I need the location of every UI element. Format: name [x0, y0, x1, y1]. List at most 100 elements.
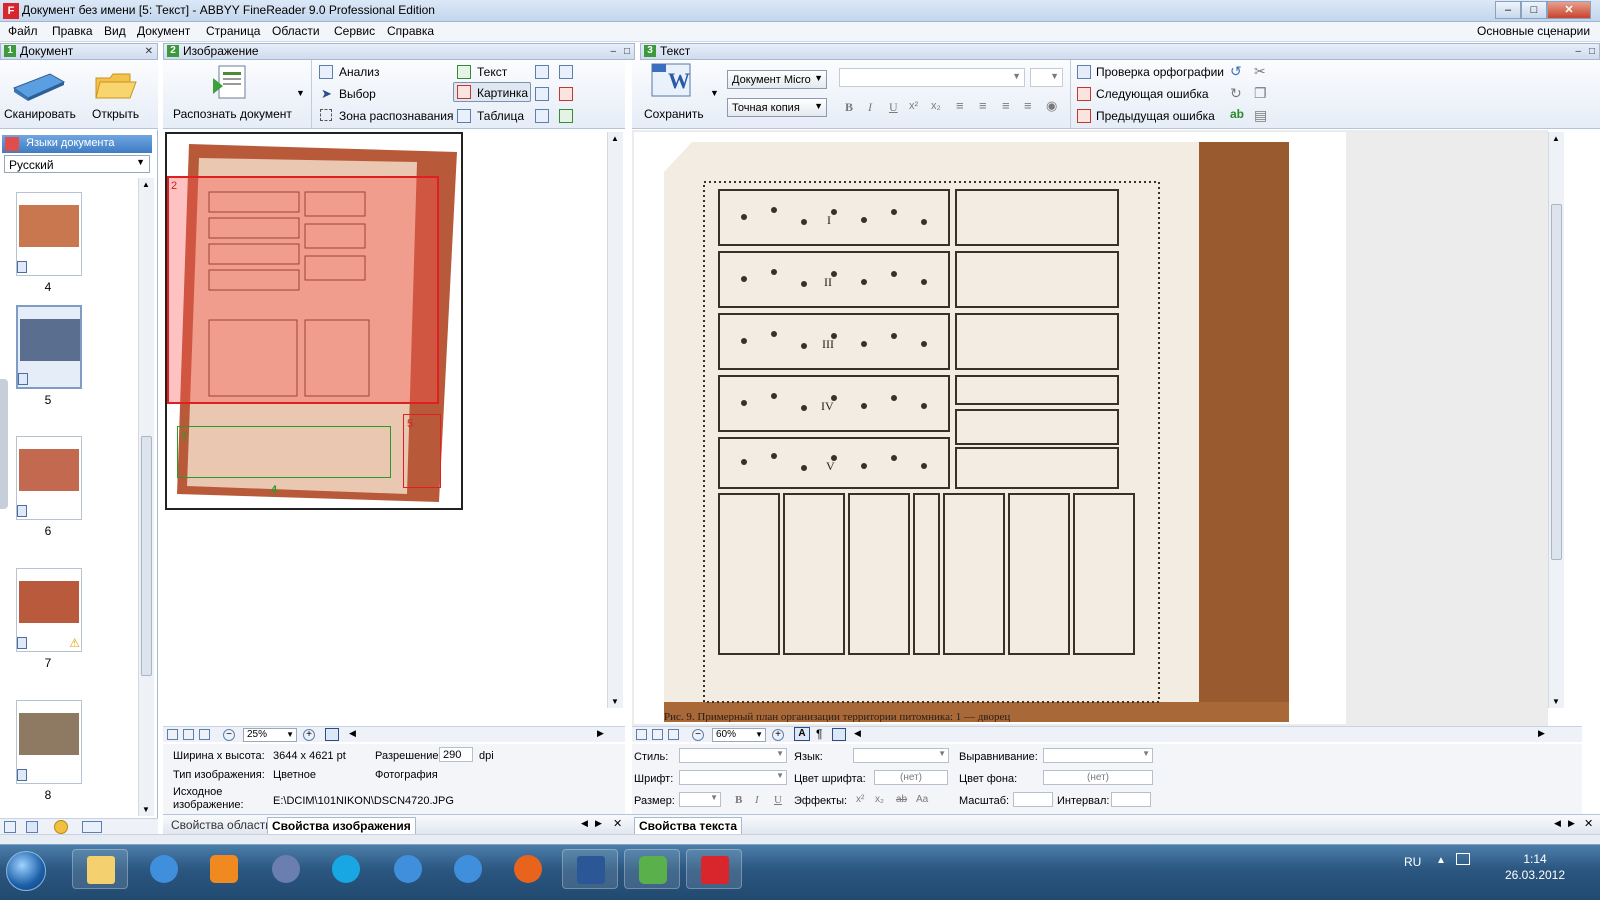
- fit-page-icon[interactable]: [636, 729, 647, 740]
- select-cursor-icon[interactable]: ➤: [321, 86, 332, 102]
- menu-document[interactable]: Документ: [137, 24, 190, 38]
- previous-error-icon[interactable]: [1077, 109, 1091, 123]
- close-icon[interactable]: ✕: [613, 817, 622, 830]
- table-area-button[interactable]: Таблица: [477, 109, 524, 123]
- table-split-icon[interactable]: [535, 109, 549, 123]
- page-view-icon[interactable]: [325, 728, 339, 741]
- menu-service[interactable]: Сервис: [334, 24, 375, 38]
- scan-button[interactable]: Сканировать: [4, 107, 76, 121]
- style-select[interactable]: ▼: [679, 748, 787, 763]
- tab-image-properties[interactable]: Свойства изображения: [267, 817, 416, 834]
- settings-icon[interactable]: [54, 820, 68, 834]
- font-select[interactable]: ▼: [679, 770, 787, 785]
- taskbar-firefox[interactable]: [500, 849, 556, 889]
- zoom-out-icon[interactable]: −: [223, 729, 235, 741]
- start-button[interactable]: [6, 851, 46, 891]
- align-left-icon[interactable]: ≡: [956, 98, 964, 113]
- size-select[interactable]: ▼: [679, 792, 721, 807]
- scroll-left-icon[interactable]: ◀: [854, 728, 861, 739]
- maximize-button[interactable]: □: [1521, 1, 1547, 19]
- recognition-zone-button[interactable]: Зона распознавания: [339, 109, 454, 123]
- tab-next-icon[interactable]: ▶: [595, 818, 602, 829]
- add-area-icon[interactable]: [535, 65, 549, 79]
- text-effects-icon[interactable]: ◉: [1046, 98, 1057, 114]
- zoom-in-icon[interactable]: +: [303, 729, 315, 741]
- previous-error-button[interactable]: Предыдущая ошибка: [1096, 109, 1215, 123]
- page-thumbnail[interactable]: ⚠: [16, 568, 82, 652]
- text-area-icon[interactable]: [457, 65, 471, 79]
- text-zone-3[interactable]: [177, 426, 391, 478]
- align-right-icon[interactable]: ≡: [1002, 98, 1010, 113]
- save-word-icon[interactable]: W: [650, 62, 694, 102]
- fit-width-icon[interactable]: [183, 729, 194, 740]
- language-select[interactable]: Русский ▼: [4, 155, 150, 173]
- pages-list-icon[interactable]: [4, 821, 16, 833]
- table-area-icon[interactable]: [457, 109, 471, 123]
- paste-icon[interactable]: ▤: [1254, 107, 1267, 124]
- scroll-up-icon[interactable]: ▲: [611, 134, 619, 143]
- mode-select[interactable]: Точная копия ▼: [727, 98, 827, 117]
- tab-text-properties[interactable]: Свойства текста: [634, 817, 742, 834]
- text-zoom-select[interactable]: 60% ▼: [712, 728, 766, 742]
- zoom-in-icon[interactable]: +: [772, 729, 784, 741]
- image-scrollbar[interactable]: ▲ ▼: [607, 132, 623, 708]
- fit-height-icon[interactable]: [199, 729, 210, 740]
- scroll-right-icon[interactable]: ▶: [597, 728, 604, 739]
- underline-icon[interactable]: U: [889, 100, 898, 115]
- page-thumbnail[interactable]: [16, 305, 82, 389]
- taskbar-ie[interactable]: [136, 849, 192, 889]
- background-color-select[interactable]: (нет): [1043, 770, 1153, 785]
- menu-view[interactable]: Вид: [104, 24, 126, 38]
- text-scrollbar[interactable]: ▲ ▼: [1548, 132, 1564, 708]
- scroll-up-icon[interactable]: ▲: [1552, 134, 1560, 143]
- resolution-field[interactable]: 290: [439, 747, 473, 762]
- page-thumbnail[interactable]: [16, 700, 82, 784]
- font-size-select[interactable]: ▼: [1030, 68, 1063, 87]
- language-indicator[interactable]: RU: [1404, 855, 1421, 869]
- scroll-right-icon[interactable]: ▶: [1538, 728, 1545, 739]
- alignment-select[interactable]: ▼: [1043, 748, 1153, 763]
- open-button[interactable]: Открыть: [92, 107, 139, 121]
- small-caps-icon[interactable]: Aa: [916, 794, 928, 805]
- add-cell-icon[interactable]: [535, 87, 549, 101]
- close-button[interactable]: ✕: [1547, 1, 1591, 19]
- taskbar-explorer[interactable]: [72, 849, 128, 889]
- italic-icon[interactable]: I: [755, 794, 759, 806]
- menu-main-scenarios[interactable]: Основные сценарии: [1477, 24, 1590, 38]
- taskbar-media-player[interactable]: [196, 849, 252, 889]
- save-icon[interactable]: [26, 821, 38, 833]
- align-justify-icon[interactable]: ≡: [1024, 98, 1032, 113]
- align-center-icon[interactable]: ≡: [979, 98, 987, 113]
- minimize-panel-icon[interactable]: –: [1575, 44, 1581, 59]
- fit-page-icon[interactable]: [167, 729, 178, 740]
- taskbar-finereader[interactable]: [686, 849, 742, 889]
- tray-expand-icon[interactable]: ▲: [1436, 855, 1446, 866]
- underline-icon[interactable]: U: [774, 794, 782, 806]
- text-language-select[interactable]: ▼: [853, 748, 949, 763]
- next-error-icon[interactable]: [1077, 87, 1091, 101]
- scroll-down-icon[interactable]: ▼: [1552, 697, 1560, 706]
- show-areas-icon[interactable]: [832, 728, 846, 741]
- menu-edit[interactable]: Правка: [52, 24, 93, 38]
- italic-icon[interactable]: I: [868, 100, 872, 115]
- open-folder-icon[interactable]: [94, 68, 138, 102]
- scale-field[interactable]: [1013, 792, 1053, 807]
- select-button[interactable]: Выбор: [339, 87, 376, 101]
- spellcheck-icon[interactable]: [1077, 65, 1091, 79]
- maximize-panel-icon[interactable]: □: [1589, 44, 1595, 59]
- minimize-button[interactable]: –: [1495, 1, 1521, 19]
- edit-area-icon[interactable]: [559, 109, 573, 123]
- text-area-button[interactable]: Текст: [477, 65, 507, 79]
- translate-icon[interactable]: ab: [1230, 107, 1244, 121]
- tab-prev-icon[interactable]: ◀: [1554, 818, 1561, 829]
- scroll-left-icon[interactable]: ◀: [349, 728, 356, 739]
- superscript-icon[interactable]: x²: [909, 100, 918, 112]
- photo-checkbox-label[interactable]: Фотография: [375, 769, 438, 781]
- menu-help[interactable]: Справка: [387, 24, 434, 38]
- next-error-button[interactable]: Следующая ошибка: [1096, 87, 1209, 101]
- reorder-icon[interactable]: [559, 65, 573, 79]
- recognize-document-button[interactable]: Распознать документ: [173, 107, 292, 121]
- taskbar-ie-3[interactable]: [440, 849, 496, 889]
- scroll-down-icon[interactable]: ▼: [611, 697, 619, 706]
- redo-icon[interactable]: ↻: [1230, 85, 1242, 102]
